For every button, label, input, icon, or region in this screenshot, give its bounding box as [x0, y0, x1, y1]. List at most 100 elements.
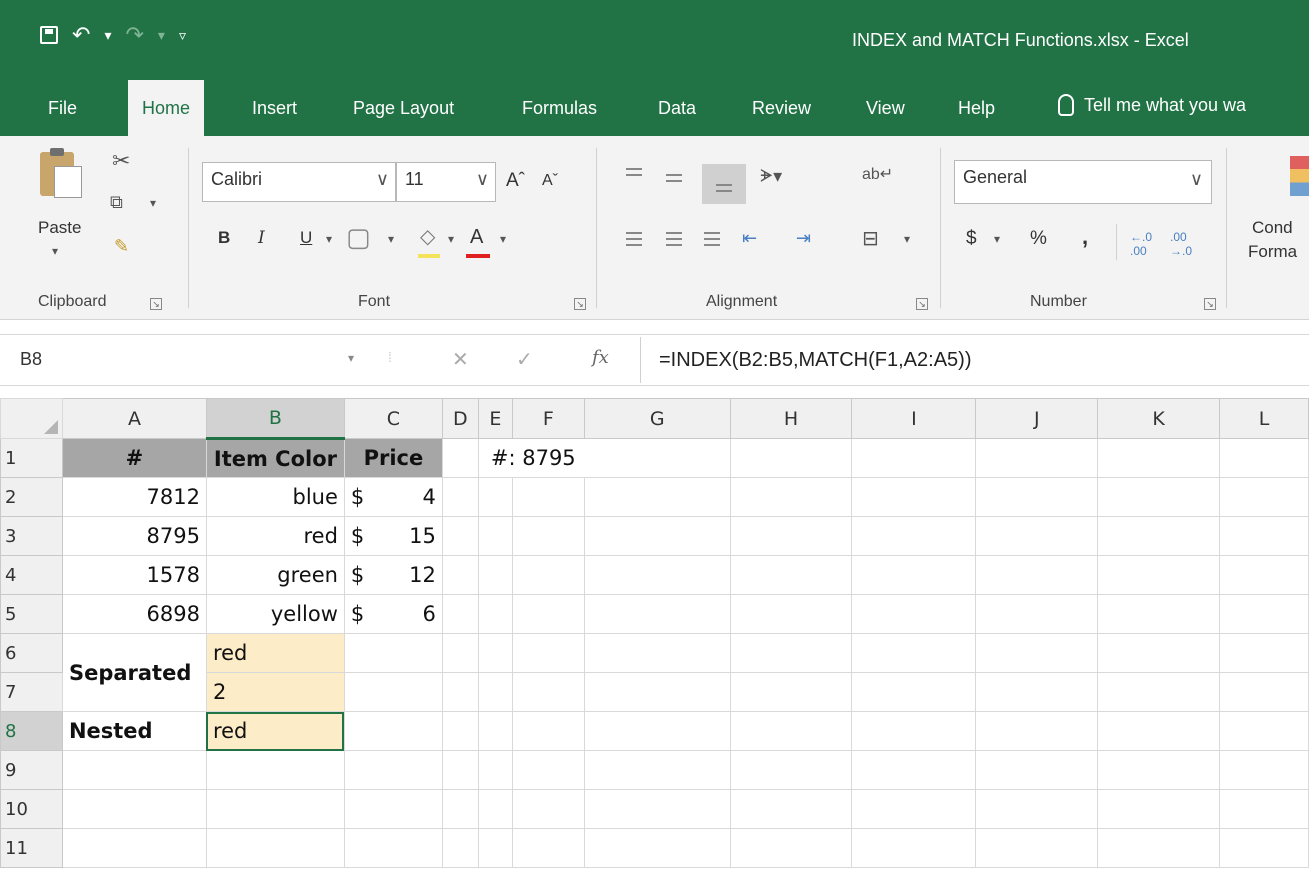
paste-button[interactable]: Paste	[38, 218, 81, 238]
merge-center-icon[interactable]: ⊟	[862, 226, 879, 251]
cell[interactable]	[1219, 594, 1309, 634]
copy-icon[interactable]: ⧉	[110, 192, 123, 213]
fill-color-icon[interactable]: ◇	[420, 224, 435, 249]
cancel-icon[interactable]: ✕	[452, 347, 469, 372]
cell[interactable]	[975, 555, 1099, 595]
cell[interactable]	[1097, 477, 1221, 517]
fill-dropdown-icon[interactable]: ▾	[448, 232, 454, 246]
cell[interactable]	[477, 516, 513, 556]
cell[interactable]	[511, 828, 585, 868]
conditional-formatting-button-line2[interactable]: Forma	[1248, 242, 1297, 262]
cell[interactable]	[729, 711, 853, 751]
cell[interactable]	[61, 828, 207, 868]
cell[interactable]	[511, 711, 585, 751]
cell[interactable]	[205, 828, 345, 868]
select-all-corner[interactable]	[0, 398, 63, 439]
redo-dropdown-icon[interactable]: ▾	[158, 27, 165, 44]
paste-icon[interactable]	[40, 148, 82, 198]
decrease-decimal-icon[interactable]: .00 →.0	[1170, 230, 1192, 258]
number-launcher-icon[interactable]: ↘	[1204, 298, 1216, 310]
cell[interactable]	[729, 672, 853, 712]
cell-c3[interactable]: $15	[343, 516, 443, 556]
cell-h1[interactable]	[729, 438, 853, 478]
font-launcher-icon[interactable]: ↘	[574, 298, 586, 310]
orientation-icon[interactable]: ᗘ▾	[760, 166, 782, 187]
cell[interactable]	[583, 555, 731, 595]
cell-b7[interactable]: 2	[205, 672, 345, 712]
cell[interactable]	[1219, 672, 1309, 712]
cell[interactable]	[511, 672, 585, 712]
cell-a1[interactable]: #	[61, 438, 207, 478]
currency-button[interactable]: $	[966, 228, 977, 250]
cell[interactable]	[851, 750, 977, 790]
format-painter-icon[interactable]: ✎	[114, 236, 129, 257]
cell[interactable]	[343, 750, 443, 790]
increase-font-size-button[interactable]: Aˆ	[506, 170, 525, 192]
tab-help[interactable]: Help	[958, 98, 995, 119]
cell[interactable]	[729, 594, 853, 634]
wrap-text-icon[interactable]: ab↵	[862, 164, 893, 184]
cell-a4[interactable]: 1578	[61, 555, 207, 595]
cell-a6-a7[interactable]: Separated	[61, 633, 207, 712]
cell[interactable]	[851, 789, 977, 829]
cell-e1-f1[interactable]: #: 8795	[477, 438, 731, 478]
font-color-button[interactable]: A	[470, 226, 483, 249]
cell[interactable]	[975, 828, 1099, 868]
conditional-formatting-icon[interactable]	[1290, 156, 1309, 196]
merge-dropdown-icon[interactable]: ▾	[904, 232, 910, 246]
increase-decimal-icon[interactable]: ←.0.00	[1130, 230, 1152, 258]
cell[interactable]	[477, 477, 513, 517]
copy-dropdown-icon[interactable]: ▾	[150, 196, 156, 210]
cell[interactable]	[1097, 672, 1221, 712]
cell[interactable]	[1097, 594, 1221, 634]
cell[interactable]	[343, 672, 443, 712]
tab-file[interactable]: File	[48, 98, 77, 119]
formula-input[interactable]: =INDEX(B2:B5,MATCH(F1,A2:A5))	[640, 337, 1309, 383]
tab-formulas[interactable]: Formulas	[522, 98, 597, 119]
save-icon[interactable]	[40, 26, 58, 44]
cell-l1[interactable]	[1219, 438, 1309, 478]
cell[interactable]	[1097, 555, 1221, 595]
bold-button[interactable]: B	[218, 228, 230, 248]
cell-c4[interactable]: $12	[343, 555, 443, 595]
enter-icon[interactable]: ✓	[516, 347, 533, 372]
cell[interactable]	[851, 633, 977, 673]
cell-b8[interactable]: red	[205, 711, 345, 751]
column-header-d[interactable]: D	[441, 398, 479, 439]
undo-icon[interactable]: ↶	[72, 22, 90, 48]
row-header-7[interactable]: 7	[0, 672, 63, 712]
font-name-input[interactable]: Calibri ∨	[202, 162, 396, 202]
cell[interactable]	[583, 828, 731, 868]
underline-dropdown-icon[interactable]: ▾	[326, 232, 332, 246]
cut-icon[interactable]: ✂	[112, 148, 130, 174]
cell[interactable]	[477, 555, 513, 595]
clipboard-launcher-icon[interactable]: ↘	[150, 298, 162, 310]
cell[interactable]	[975, 672, 1099, 712]
cell[interactable]	[729, 516, 853, 556]
comma-button[interactable]: ,	[1082, 224, 1088, 250]
column-header-i[interactable]: I	[851, 398, 977, 439]
cell[interactable]	[441, 789, 479, 829]
cell[interactable]	[1219, 633, 1309, 673]
cell[interactable]	[477, 828, 513, 868]
cell[interactable]	[511, 750, 585, 790]
cell[interactable]	[441, 633, 479, 673]
cell[interactable]	[511, 633, 585, 673]
cell[interactable]	[1097, 828, 1221, 868]
cell[interactable]	[975, 789, 1099, 829]
cell[interactable]	[441, 555, 479, 595]
cell[interactable]	[511, 789, 585, 829]
cell[interactable]	[851, 477, 977, 517]
cell[interactable]	[343, 828, 443, 868]
cell[interactable]	[205, 750, 345, 790]
font-color-dropdown-icon[interactable]: ▾	[500, 232, 506, 246]
cell[interactable]	[729, 633, 853, 673]
cell-k1[interactable]	[1097, 438, 1221, 478]
cell-b5[interactable]: yellow	[205, 594, 345, 634]
conditional-formatting-button[interactable]: Cond	[1252, 218, 1293, 238]
cell[interactable]	[975, 633, 1099, 673]
cell[interactable]	[511, 516, 585, 556]
cell[interactable]	[1097, 750, 1221, 790]
cell[interactable]	[441, 750, 479, 790]
cell[interactable]	[205, 789, 345, 829]
